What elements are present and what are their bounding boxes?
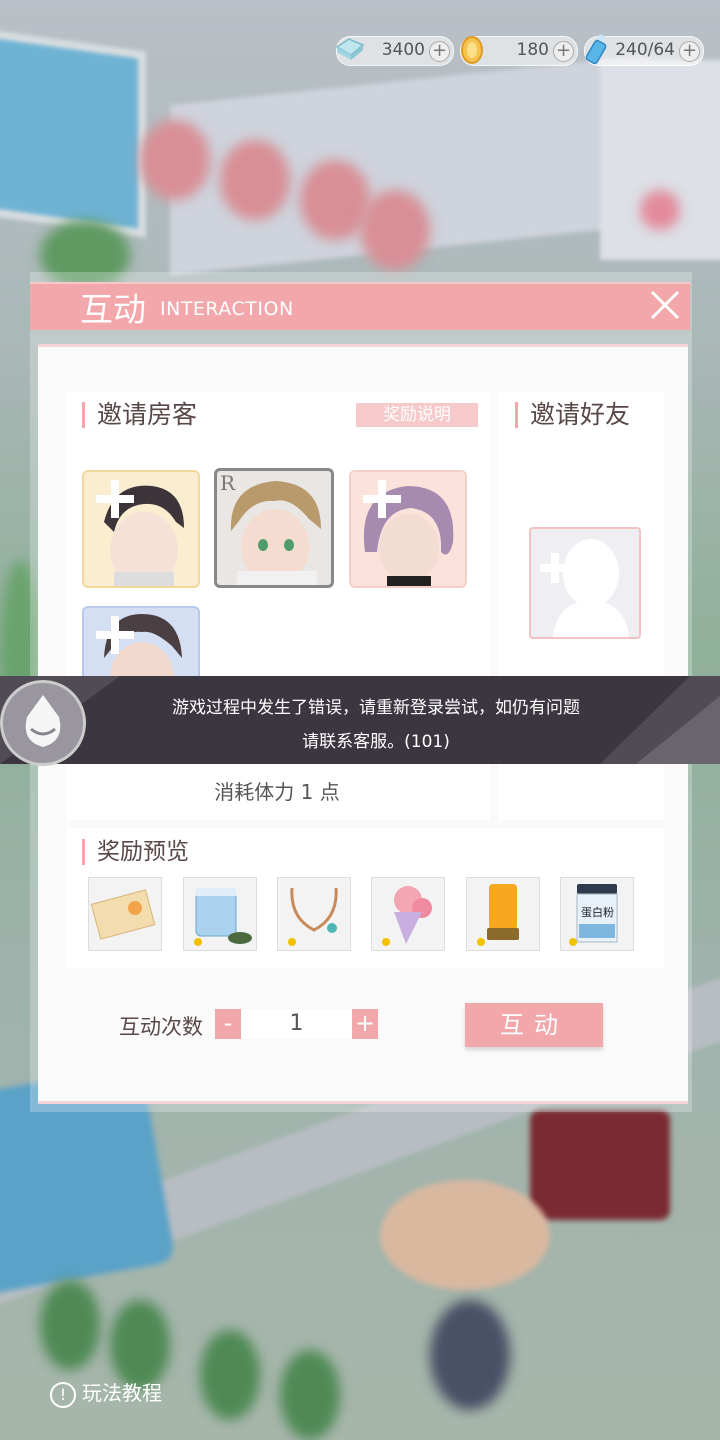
reward-item-5[interactable] [466, 877, 540, 951]
stamina-currency: 240/64 + [584, 33, 704, 66]
lamp-icon [477, 884, 519, 946]
ticket-card-icon [90, 889, 156, 940]
invite-friends-title: 邀请好友 [515, 402, 630, 428]
diamond-icon [335, 38, 365, 60]
plus-icon [96, 480, 134, 518]
add-stamina-button[interactable]: + [679, 41, 700, 62]
decrease-count-button[interactable]: - [215, 1009, 241, 1039]
add-gold-button[interactable]: + [553, 41, 574, 62]
tutorial-button[interactable]: ! 玩法教程 [50, 1377, 162, 1408]
invite-guests-title: 邀请房客 [82, 402, 197, 428]
diamond-currency: 3400 + [335, 36, 454, 66]
error-mascot-icon [0, 680, 86, 766]
guest-avatar-4[interactable] [82, 606, 200, 680]
flower-bouquet-icon [382, 886, 432, 946]
reward-item-3[interactable] [277, 877, 351, 951]
stamina-value: 240/64 [615, 40, 675, 60]
stamina-bottle-icon [585, 33, 607, 65]
necklace-icon [288, 887, 338, 946]
rarity-badge: R [220, 471, 236, 495]
gold-coin-icon [461, 36, 483, 64]
reward-item-4[interactable] [371, 877, 445, 951]
silhouette-icon [540, 539, 629, 637]
dialog-title: 互动 [80, 290, 146, 329]
guest-avatar-3[interactable] [349, 470, 467, 588]
increase-count-button[interactable]: + [352, 1009, 378, 1039]
diamond-value: 3400 [381, 40, 425, 60]
gold-currency: 180 + [460, 36, 578, 66]
plus-icon [96, 616, 134, 654]
stamina-cost-text: 消耗体力 1 点 [214, 780, 340, 804]
info-icon: ! [50, 1381, 76, 1408]
guest-avatar-2-selected[interactable]: R [214, 468, 334, 588]
friend-invite-slot[interactable] [529, 527, 641, 639]
reward-item-6[interactable]: 蛋白粉 [560, 877, 634, 951]
reward-info-button[interactable]: 奖励说明 [356, 403, 478, 427]
tutorial-label: 玩法教程 [82, 1381, 162, 1405]
reward-item-2[interactable] [183, 877, 257, 951]
gold-value: 180 [516, 40, 549, 60]
error-message-line-1: 游戏过程中发生了错误，请重新登录尝试，如仍有问题 [172, 698, 580, 718]
reward-preview-title: 奖励预览 [82, 839, 189, 865]
dialog-subtitle: INTERACTION [160, 298, 294, 320]
interact-button[interactable]: 互动 [465, 1003, 603, 1047]
reward-item-1[interactable] [88, 877, 162, 951]
add-diamond-button[interactable]: + [429, 41, 450, 62]
protein-label: 蛋白粉 [581, 906, 614, 919]
error-message-line-2: 请联系客服。(101) [302, 732, 450, 752]
guest-avatar-1[interactable] [82, 470, 200, 588]
close-icon[interactable] [646, 286, 684, 324]
plus-icon [363, 480, 401, 518]
interaction-count-field[interactable]: 1 [241, 1009, 352, 1039]
interaction-count-label: 互动次数 [119, 1015, 203, 1039]
jelly-jar-icon [194, 888, 252, 946]
